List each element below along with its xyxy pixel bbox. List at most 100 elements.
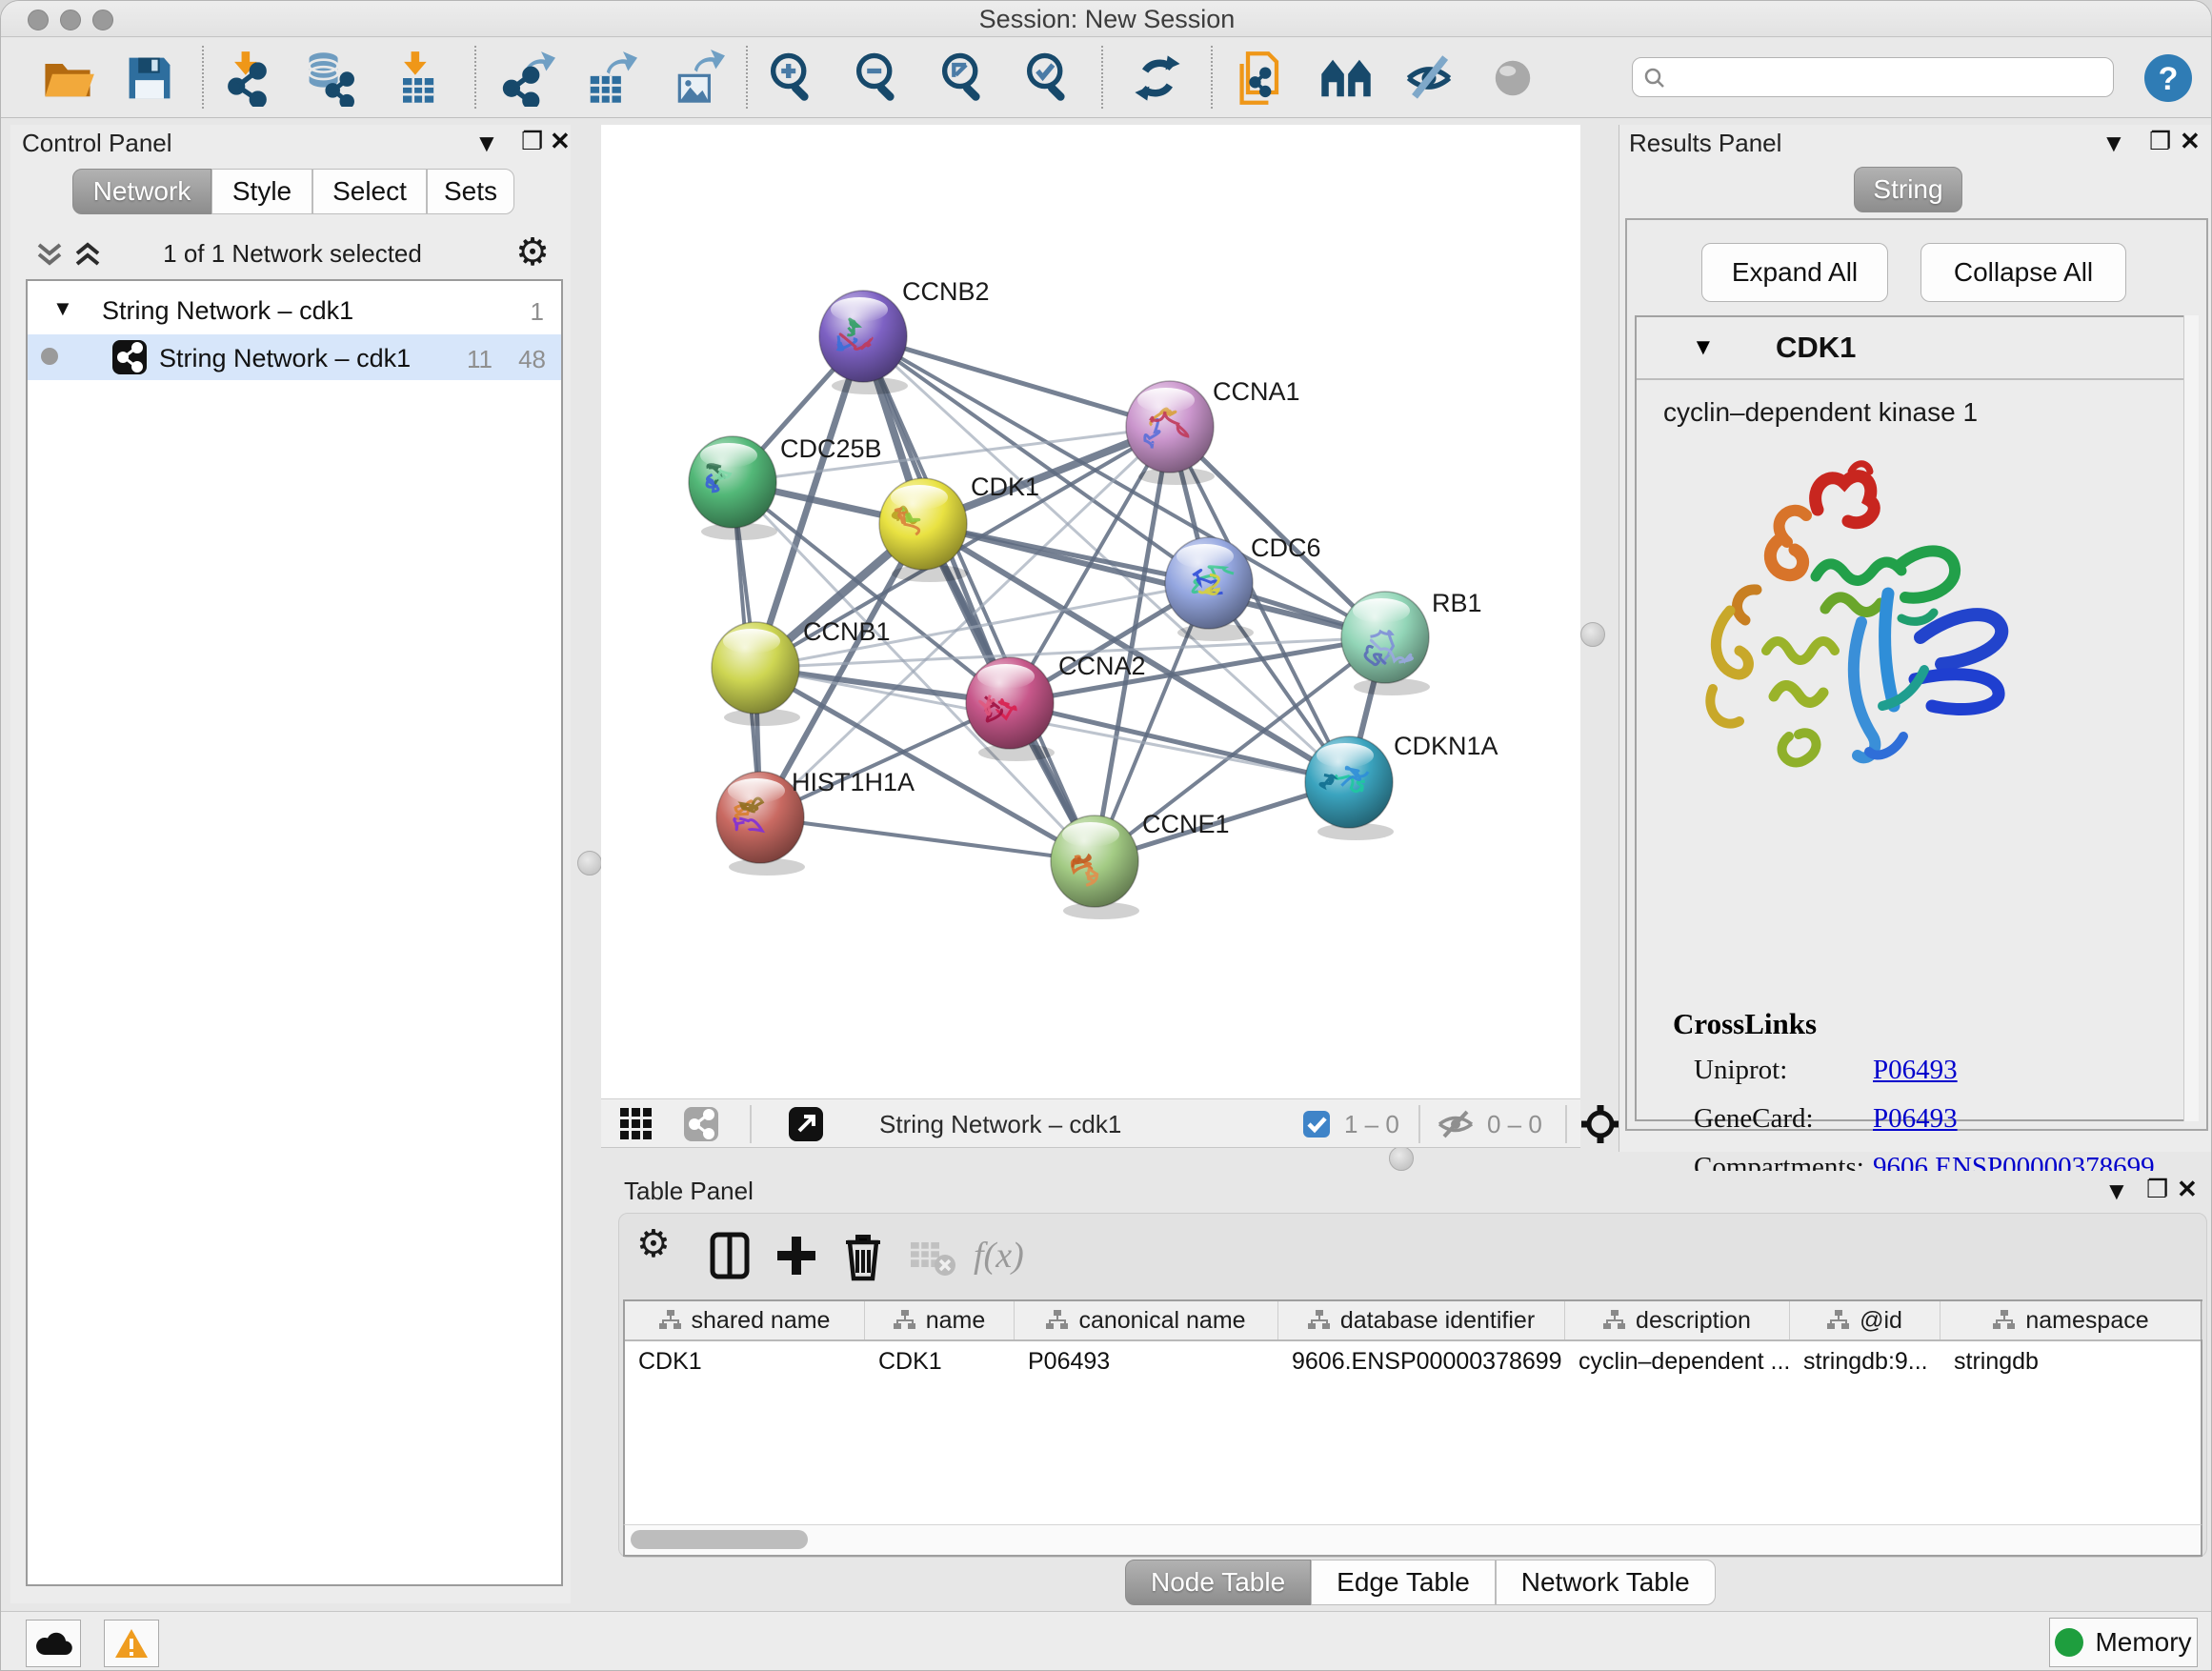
- add-column-icon[interactable]: [770, 1229, 823, 1282]
- expand-all-button[interactable]: Expand All: [1701, 243, 1888, 302]
- search-input[interactable]: [1632, 57, 2114, 97]
- function-builder-icon[interactable]: f(x): [974, 1235, 1065, 1288]
- warning-button[interactable]: [104, 1620, 159, 1667]
- crosslinks-title: CrossLinks: [1673, 1007, 2168, 1041]
- open-file-button[interactable]: [39, 50, 96, 107]
- control-panel-close-icon[interactable]: ✕: [550, 127, 571, 156]
- import-table-button[interactable]: [389, 50, 446, 107]
- table-tabs: Node TableEdge TableNetwork Table: [1125, 1560, 1716, 1605]
- column-header-shared-name[interactable]: shared name: [625, 1301, 865, 1339]
- network-row-selected[interactable]: String Network – cdk1 11 48: [28, 334, 561, 380]
- column-header-database-identifier[interactable]: database identifier: [1278, 1301, 1565, 1339]
- results-panel-menu-icon[interactable]: ▼: [2101, 129, 2126, 158]
- hidden-eye-icon: [1436, 1110, 1476, 1138]
- export-network-button[interactable]: [498, 50, 555, 107]
- results-panel-close-icon[interactable]: ✕: [2180, 127, 2201, 156]
- column-header--id[interactable]: @id: [1790, 1301, 1941, 1339]
- column-header-description[interactable]: description: [1565, 1301, 1790, 1339]
- table-cell[interactable]: CDK1: [625, 1341, 865, 1381]
- network-node-ccna2[interactable]: CCNA2: [966, 652, 1146, 761]
- crosslink-link[interactable]: P06493: [1873, 1103, 1958, 1135]
- toolbar-separator: [746, 46, 748, 109]
- table-panel-close-icon[interactable]: ✕: [2177, 1175, 2198, 1204]
- table-cell[interactable]: stringdb:9...: [1790, 1341, 1941, 1381]
- protein-header-row[interactable]: ▼ CDK1: [1637, 317, 2183, 380]
- cloud-button[interactable]: [26, 1620, 81, 1667]
- network-node-rb1[interactable]: RB1: [1341, 589, 1482, 695]
- export-table-button[interactable]: [580, 50, 637, 107]
- network-collection-row[interactable]: ▼ String Network – cdk1 1: [28, 289, 561, 334]
- zoom-selected-button[interactable]: [1020, 50, 1077, 107]
- network-canvas[interactable]: CCNB2CCNA1CDC25BCDK1CDC6RB1CCNB1CCNA2CDK…: [601, 125, 1580, 1098]
- hidden-count: 0 – 0: [1487, 1110, 1542, 1139]
- first-neighbors-button[interactable]: [1317, 50, 1375, 107]
- import-network-database-button[interactable]: [301, 50, 358, 107]
- hide-selected-button[interactable]: [1400, 50, 1458, 107]
- network-options-gear-icon[interactable]: ⚙: [515, 233, 550, 272]
- network-view-icon[interactable]: [683, 1106, 719, 1142]
- tab-network[interactable]: Network: [72, 169, 211, 214]
- collapse-all-button[interactable]: Collapse All: [1920, 243, 2126, 302]
- control-panel-menu-icon[interactable]: ▼: [474, 129, 499, 158]
- clone-network-button[interactable]: [1234, 50, 1291, 107]
- show-all-button[interactable]: [1484, 50, 1541, 107]
- birdseye-crosshair-icon[interactable]: [1580, 1104, 1620, 1144]
- tab-network-table[interactable]: Network Table: [1496, 1560, 1716, 1605]
- table-cell[interactable]: 9606.ENSP00000378699: [1278, 1341, 1565, 1381]
- tab-node-table[interactable]: Node Table: [1125, 1560, 1311, 1605]
- right-splitter-handle[interactable]: [1580, 622, 1605, 647]
- help-button[interactable]: ?: [2142, 51, 2195, 105]
- network-edge[interactable]: [1010, 703, 1349, 782]
- show-columns-icon[interactable]: [703, 1229, 756, 1282]
- node-label: CCNA1: [1213, 377, 1300, 406]
- table-cell[interactable]: stringdb: [1941, 1341, 2202, 1381]
- zoom-out-button[interactable]: [850, 50, 907, 107]
- tab-style[interactable]: Style: [211, 169, 312, 214]
- delete-table-icon[interactable]: [905, 1229, 958, 1282]
- grid-view-icon[interactable]: [618, 1106, 654, 1142]
- network-node-ccnb2[interactable]: CCNB2: [819, 277, 990, 394]
- collection-expand-icon[interactable]: ▼: [52, 296, 73, 321]
- results-scrollbar[interactable]: [2183, 315, 2199, 1121]
- protein-collapse-icon[interactable]: ▼: [1692, 334, 1715, 361]
- network-node-cdk1[interactable]: CDK1: [879, 473, 1039, 582]
- export-image-button[interactable]: [668, 50, 725, 107]
- left-splitter-handle[interactable]: [577, 851, 602, 876]
- table-options-gear-icon[interactable]: ⚙: [636, 1225, 690, 1278]
- control-panel-float-icon[interactable]: ❐: [521, 127, 543, 156]
- import-network-file-button[interactable]: [219, 50, 276, 107]
- network-edge[interactable]: [760, 817, 1095, 861]
- refresh-button[interactable]: [1129, 50, 1186, 107]
- zoom-fit-button[interactable]: [935, 50, 993, 107]
- column-header-namespace[interactable]: namespace: [1941, 1301, 2202, 1339]
- results-panel-float-icon[interactable]: ❐: [2149, 127, 2171, 156]
- crosslink-link[interactable]: P06493: [1873, 1055, 1958, 1086]
- network-edge[interactable]: [863, 336, 1170, 427]
- delete-column-icon[interactable]: [836, 1229, 890, 1282]
- zoom-in-button[interactable]: [764, 50, 821, 107]
- table-cell[interactable]: CDK1: [865, 1341, 1015, 1381]
- table-row[interactable]: CDK1CDK1P064939606.ENSP00000378699cyclin…: [625, 1341, 2201, 1381]
- memory-button[interactable]: Memory: [2049, 1618, 2198, 1667]
- bottom-splitter-handle[interactable]: [1389, 1146, 1414, 1171]
- save-session-button[interactable]: [121, 50, 178, 107]
- selected-checkbox-icon[interactable]: [1302, 1110, 1331, 1138]
- tab-edge-table[interactable]: Edge Table: [1311, 1560, 1496, 1605]
- table-hscrollbar[interactable]: [623, 1524, 2202, 1557]
- network-node-cdkn1a[interactable]: CDKN1A: [1305, 732, 1498, 840]
- tab-sets[interactable]: Sets: [427, 169, 514, 214]
- table-cell[interactable]: P06493: [1015, 1341, 1278, 1381]
- column-header-canonical-name[interactable]: canonical name: [1015, 1301, 1278, 1339]
- detach-view-icon[interactable]: [788, 1106, 824, 1142]
- node-label: CCNA2: [1058, 652, 1146, 680]
- tab-string[interactable]: String: [1854, 167, 1962, 212]
- table-hscrollbar-thumb[interactable]: [631, 1530, 808, 1549]
- column-header-name[interactable]: name: [865, 1301, 1015, 1339]
- table-panel-float-icon[interactable]: ❐: [2146, 1175, 2168, 1204]
- column-type-icon: [659, 1310, 682, 1331]
- network-node-hist1h1a[interactable]: HIST1H1A: [716, 768, 915, 876]
- table-cell[interactable]: cyclin–dependent ...: [1565, 1341, 1790, 1381]
- table-panel-menu-icon[interactable]: ▼: [2104, 1177, 2129, 1206]
- titlebar: Session: New Session: [1, 1, 2212, 37]
- tab-select[interactable]: Select: [312, 169, 427, 214]
